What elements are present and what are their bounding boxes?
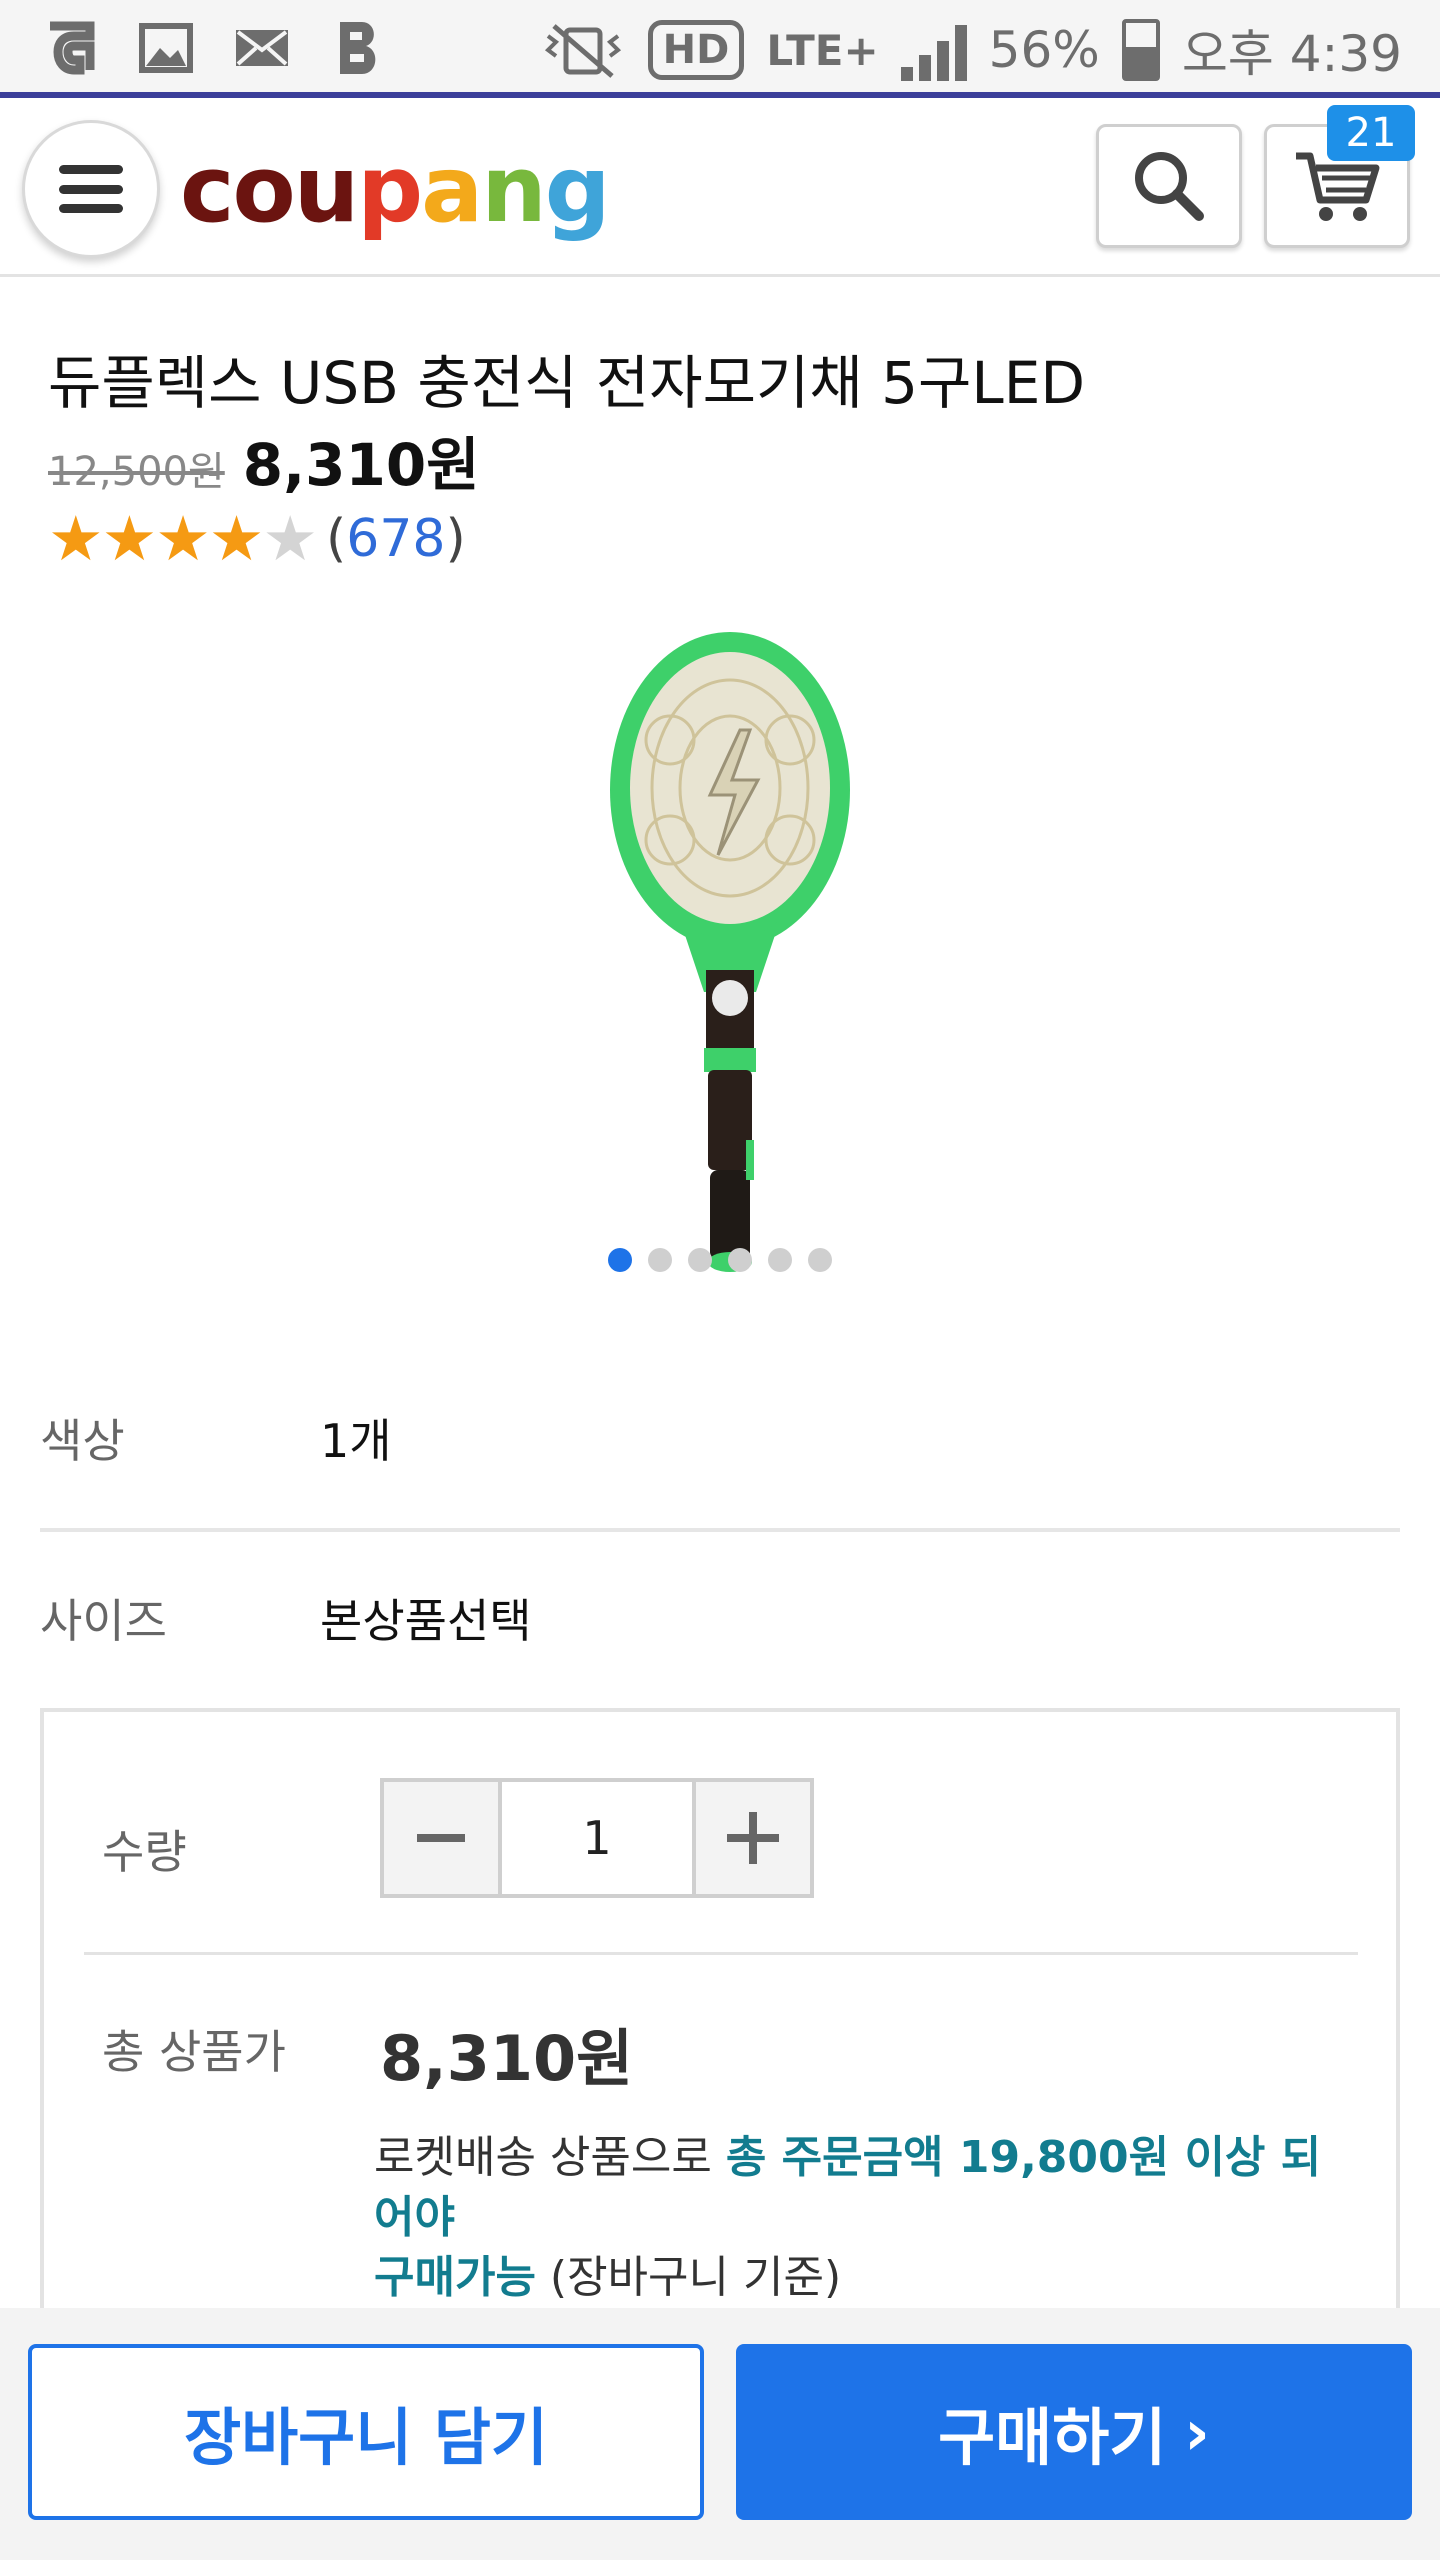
- menu-button[interactable]: [22, 120, 160, 258]
- network-type: LTE+: [766, 25, 879, 75]
- signal-icon: [900, 19, 967, 81]
- cart-button[interactable]: 21: [1264, 105, 1415, 248]
- option-color-row[interactable]: 색상 1개: [40, 1348, 1400, 1528]
- search-icon: [1135, 152, 1204, 221]
- hamburger-icon: [59, 165, 123, 213]
- total-price-label: 총 상품가: [102, 2025, 286, 2079]
- quantity-input[interactable]: 1: [498, 1782, 696, 1894]
- order-summary-box: 수량 1 총 상품가 8,310원 로켓배송 상품으로 총 주문금액 19,80…: [40, 1708, 1400, 2408]
- option-size-row[interactable]: 사이즈 본상품선택: [40, 1528, 1400, 1708]
- pagination-dot[interactable]: [688, 1248, 712, 1272]
- original-price: 12,500원: [48, 449, 225, 495]
- gallery-icon: [136, 18, 196, 78]
- quantity-increase-button[interactable]: [696, 1782, 810, 1894]
- quantity-decrease-button[interactable]: [384, 1782, 498, 1894]
- quantity-stepper: 1: [380, 1778, 814, 1898]
- system-status: HD LTE+ 56% 오후 4:39: [540, 10, 1402, 90]
- star-icon: ★: [208, 502, 265, 575]
- app-header: coupang 21: [0, 98, 1440, 277]
- star-icon: ★: [262, 502, 318, 575]
- search-button[interactable]: [1096, 124, 1242, 248]
- add-to-cart-button[interactable]: 장바구니 담기: [28, 2344, 704, 2520]
- buy-now-button[interactable]: 구매하기 ›: [736, 2344, 1412, 2520]
- minus-icon: [417, 1834, 465, 1842]
- quantity-label: 수량: [102, 1825, 187, 1879]
- pagination-dot[interactable]: [768, 1248, 792, 1272]
- rating[interactable]: ★ ★ ★ ★ ★ (678): [48, 508, 466, 570]
- plus-icon: [727, 1812, 779, 1864]
- option-color-value[interactable]: 1개: [320, 1348, 392, 1528]
- total-price: 8,310원: [380, 2022, 634, 2095]
- vibrate-mute-icon: [544, 24, 621, 78]
- sale-price: 8,310원: [242, 431, 480, 499]
- app-notification-icon: [40, 18, 100, 78]
- bottom-action-bar: 장바구니 담기 구매하기 ›: [0, 2308, 1440, 2560]
- notification-icons: [40, 18, 388, 78]
- battery-percent: 56%: [988, 21, 1100, 79]
- summary-divider: [84, 1952, 1358, 1955]
- review-count[interactable]: (678): [326, 509, 466, 569]
- product-image[interactable]: [560, 620, 960, 1300]
- pagination-dot[interactable]: [808, 1248, 832, 1272]
- clock: 오후 4:39: [1181, 25, 1402, 83]
- cart-count-badge: 21: [1327, 105, 1415, 161]
- option-color-label: 색상: [40, 1414, 125, 1468]
- buy-now-label: 구매하기: [938, 2401, 1167, 2474]
- app-b-icon: [328, 18, 388, 78]
- coupang-logo[interactable]: coupang: [180, 136, 611, 243]
- mail-icon: [232, 18, 292, 78]
- star-icon: ★: [101, 502, 158, 575]
- battery-icon: [1121, 19, 1160, 81]
- price-row: 12,500원 8,310원: [48, 418, 480, 502]
- pagination-dot[interactable]: [608, 1248, 632, 1272]
- star-icon: ★: [155, 502, 211, 575]
- chevron-right-icon: ›: [1184, 2395, 1210, 2469]
- hd-badge: HD: [647, 20, 745, 80]
- pagination-dot[interactable]: [648, 1248, 672, 1272]
- image-pagination: [608, 1248, 832, 1272]
- option-size-value[interactable]: 본상품선택: [320, 1528, 532, 1708]
- product-title: 듀플렉스 USB 충전식 전자모기채 5구LED: [48, 349, 1086, 417]
- option-size-label: 사이즈: [40, 1594, 167, 1648]
- rocket-delivery-notice: 로켓배송 상품으로 총 주문금액 19,800원 이상 되어야 구매가능 (장바구…: [374, 2132, 1322, 2303]
- pagination-dot[interactable]: [728, 1248, 752, 1272]
- status-bar: HD LTE+ 56% 오후 4:39: [0, 0, 1440, 98]
- fly-swatter-image: [610, 632, 850, 1272]
- star-icon: ★: [48, 502, 104, 575]
